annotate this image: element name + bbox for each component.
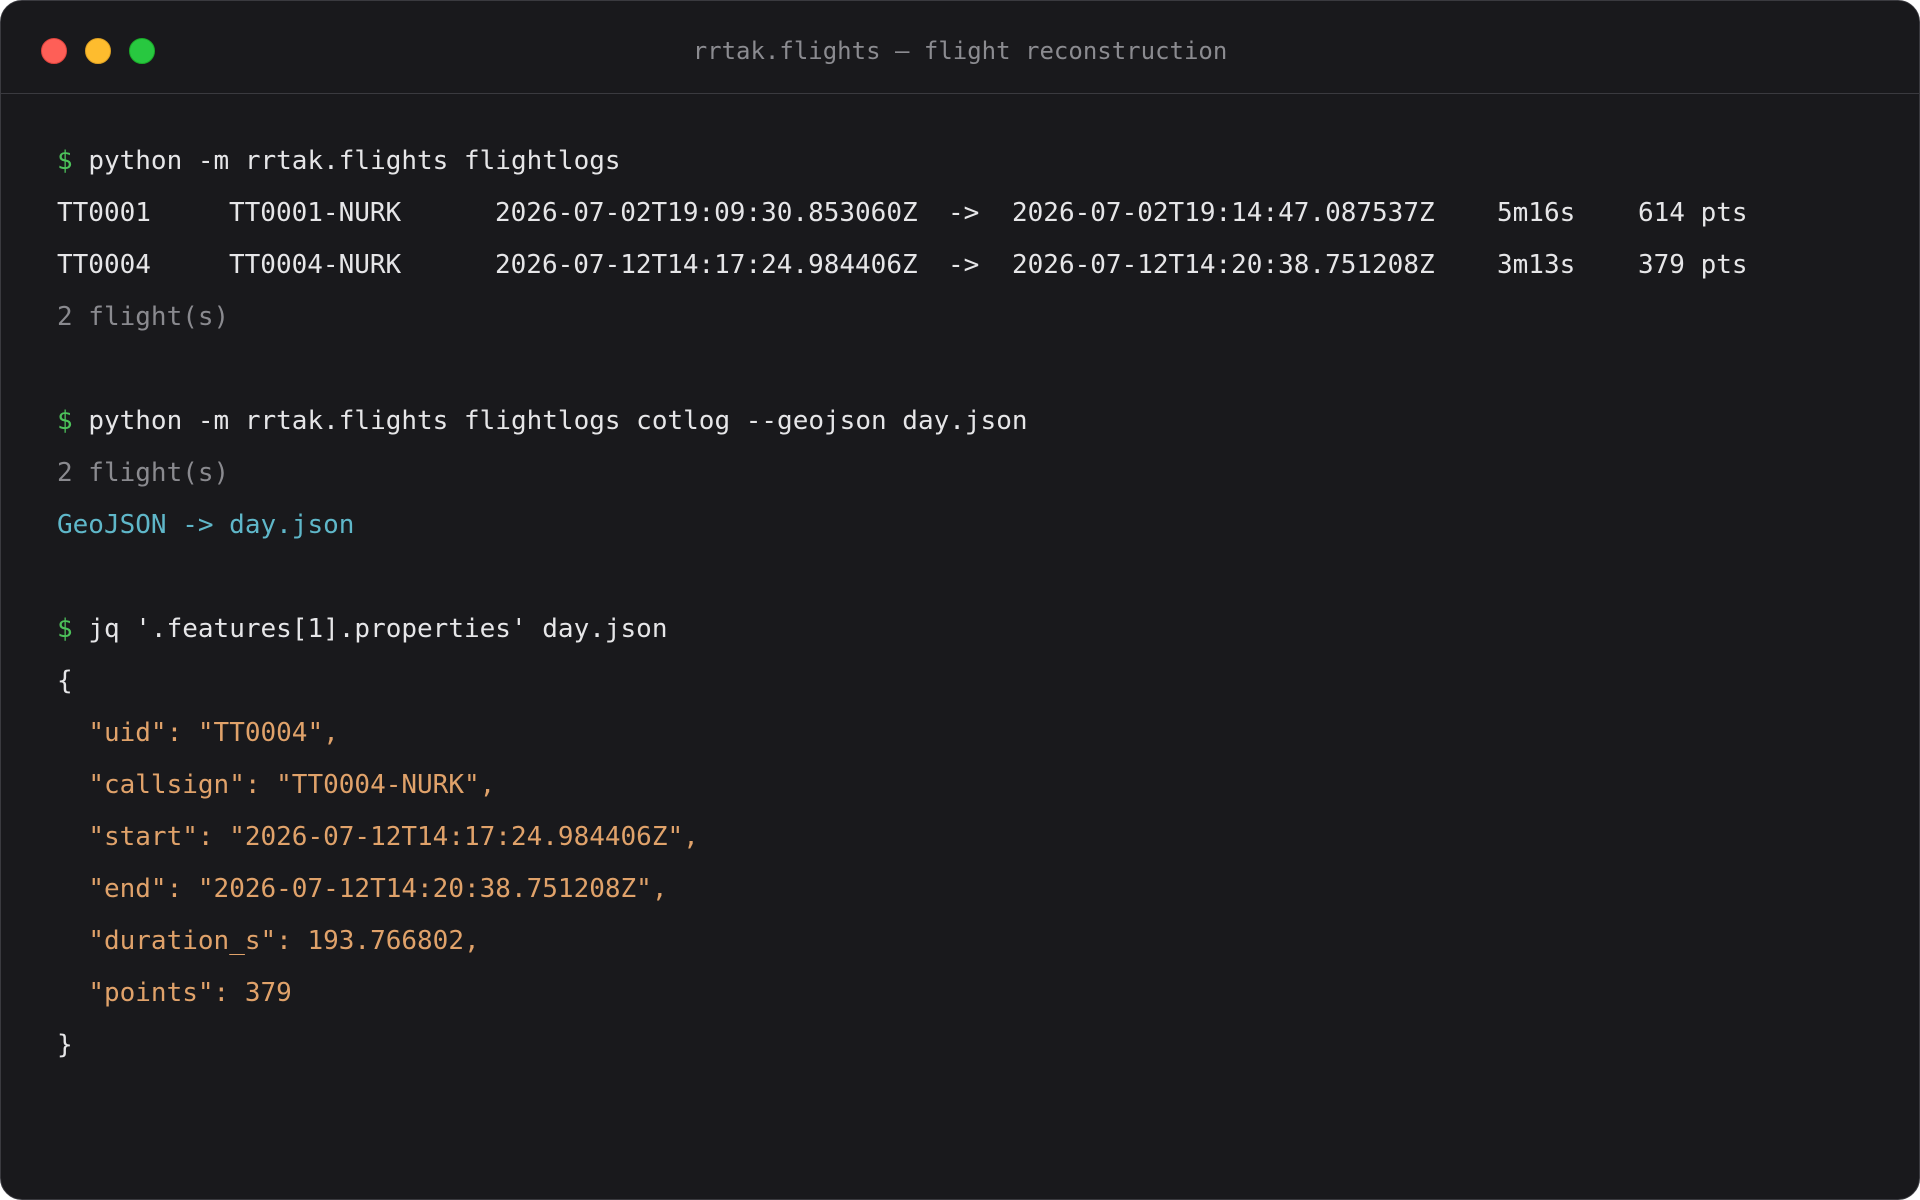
command-text: python -m rrtak.flights flightlogs cotlo… [88, 406, 1028, 436]
json-property-line: "end": "2026-07-12T14:20:38.751208Z", [57, 863, 1877, 915]
json-property-text: "uid": "TT0004", [88, 718, 339, 748]
json-property-line: "uid": "TT0004", [57, 707, 1877, 759]
title-bar: rrtak.flights — flight reconstruction [1, 1, 1919, 94]
flight-row: TT0004 TT0004-NURK 2026-07-12T14:17:24.9… [57, 239, 1877, 291]
flight-callsign: TT0004-NURK [229, 250, 402, 280]
flight-count: 2 flight(s) [57, 458, 230, 488]
command-text: jq '.features[1].properties' day.json [88, 614, 668, 644]
flight-points: 614 pts [1638, 198, 1748, 228]
flight-count: 2 flight(s) [57, 302, 230, 332]
json-property-line: "duration_s": 193.766802, [57, 915, 1877, 967]
command-text: python -m rrtak.flights flightlogs [88, 146, 621, 176]
prompt-symbol: $ [57, 406, 73, 436]
command-line: $ python -m rrtak.flights flightlogs [57, 135, 1877, 187]
json-property-text: "duration_s": 193.766802, [88, 926, 480, 956]
prompt-symbol: $ [57, 146, 73, 176]
flight-uid: TT0004 [57, 250, 151, 280]
json-close-brace: } [57, 1030, 73, 1060]
prompt-symbol: $ [57, 614, 73, 644]
flight-duration: 5m16s [1497, 198, 1576, 228]
command-line: $ python -m rrtak.flights flightlogs cot… [57, 395, 1877, 447]
terminal-window: rrtak.flights — flight reconstruction $ … [0, 0, 1920, 1200]
json-property-line: "callsign": "TT0004-NURK", [57, 759, 1877, 811]
arrow: -> [948, 250, 980, 280]
json-property-text: "points": 379 [88, 978, 292, 1008]
window-title: rrtak.flights — flight reconstruction [692, 37, 1228, 65]
flight-end: 2026-07-12T14:20:38.751208Z [1012, 250, 1435, 280]
flight-row: TT0001 TT0001-NURK 2026-07-02T19:09:30.8… [57, 187, 1877, 239]
arrow: -> [948, 198, 980, 228]
flight-end: 2026-07-02T19:14:47.087537Z [1012, 198, 1435, 228]
flight-start: 2026-07-12T14:17:24.984406Z [495, 250, 918, 280]
flight-duration: 3m13s [1497, 250, 1576, 280]
flight-start: 2026-07-02T19:09:30.853060Z [495, 198, 918, 228]
flight-callsign: TT0001-NURK [229, 198, 402, 228]
json-property-text: "callsign": "TT0004-NURK", [88, 770, 496, 800]
flight-uid: TT0001 [57, 198, 151, 228]
json-property-line: "points": 379 [57, 967, 1877, 1019]
json-property-line: "start": "2026-07-12T14:17:24.984406Z", [57, 811, 1877, 863]
json-open-brace: { [57, 666, 73, 696]
geojson-output-line: GeoJSON -> day.json [57, 510, 355, 540]
json-property-text: "end": "2026-07-12T14:20:38.751208Z", [88, 874, 668, 904]
terminal-output[interactable]: $ python -m rrtak.flights flightlogs TT0… [57, 135, 1877, 1071]
flight-points: 379 pts [1638, 250, 1748, 280]
json-property-text: "start": "2026-07-12T14:17:24.984406Z", [88, 822, 699, 852]
command-line: $ jq '.features[1].properties' day.json [57, 603, 1877, 655]
